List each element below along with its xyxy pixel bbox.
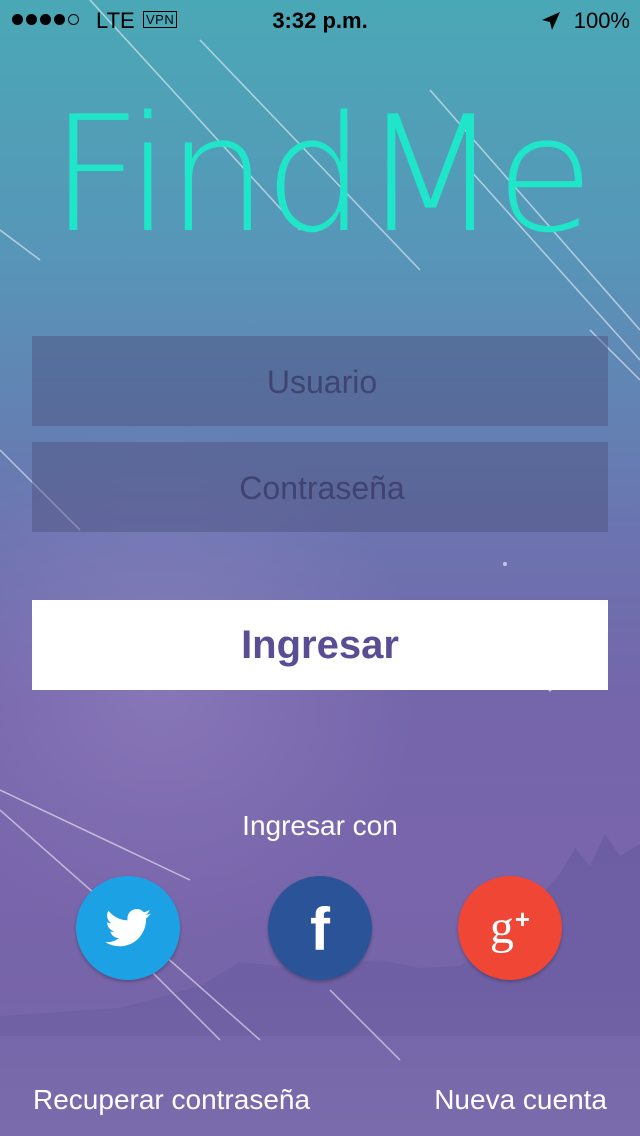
app-logo: FindMe (49, 81, 594, 268)
facebook-f-icon: f (310, 896, 330, 963)
login-screen: LTE VPN 3:32 p.m. 100% FindMe Ingresar I… (0, 0, 640, 1136)
username-input[interactable] (32, 336, 612, 428)
plus-glyph: + (514, 904, 531, 934)
login-button[interactable]: Ingresar (32, 600, 608, 690)
twitter-login-button[interactable] (76, 876, 180, 980)
password-input[interactable] (32, 442, 612, 534)
google-g-glyph: g (489, 901, 514, 954)
location-arrow-icon (542, 12, 560, 30)
battery-percentage: 100% (573, 8, 630, 33)
twitter-bird-icon (105, 909, 151, 947)
status-bar: LTE VPN 3:32 p.m. 100% (0, 0, 640, 40)
recover-password-link[interactable]: Recuperar contraseña (33, 1084, 310, 1116)
social-login-heading: Ingresar con (242, 810, 398, 841)
google-plus-login-button[interactable]: g + (458, 876, 562, 980)
facebook-login-button[interactable]: f (268, 876, 372, 980)
new-account-link[interactable]: Nueva cuenta (434, 1084, 607, 1116)
username-field[interactable] (32, 336, 612, 428)
password-field[interactable] (32, 442, 612, 534)
google-plus-icon: g + (490, 904, 530, 952)
